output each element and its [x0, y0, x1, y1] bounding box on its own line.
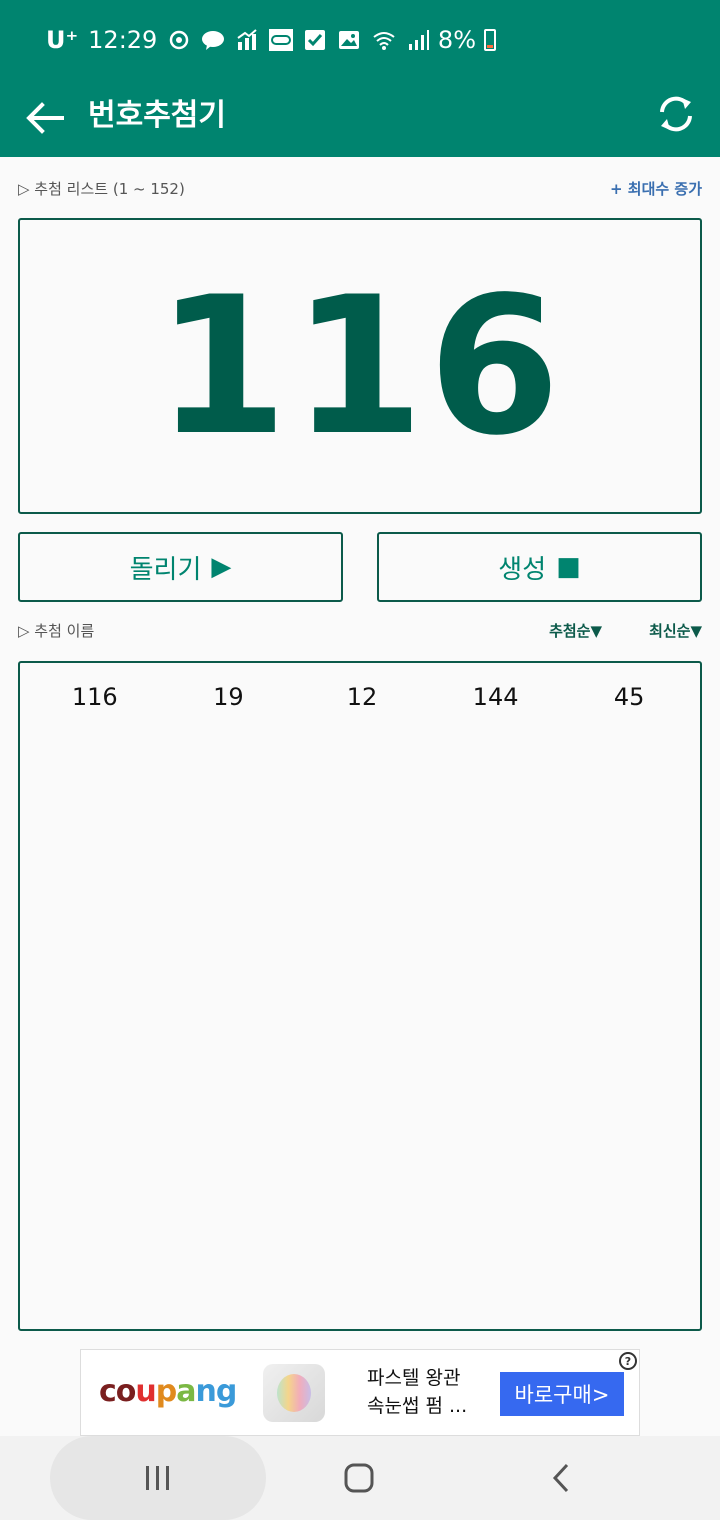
result-item: 45: [613, 683, 645, 711]
current-draw-number: 116: [155, 255, 565, 477]
wifi-icon: [373, 32, 395, 50]
ad-banner[interactable]: coupang 파스텔 왕관 속눈썹 펌 ... 바로구매> ?: [80, 1349, 640, 1436]
results-list: 116 19 12 144 45: [18, 661, 702, 1331]
spin-button[interactable]: 돌리기 ▶: [18, 532, 343, 602]
home-icon[interactable]: [339, 1458, 379, 1498]
result-item: 144: [472, 683, 519, 711]
results-header: ▷ 추첨 이름 추첨순▼ 최신순▼: [18, 620, 702, 644]
result-item: 19: [213, 683, 244, 711]
generate-button-label: 생성: [498, 554, 547, 585]
signal-icon: [408, 30, 429, 50]
refresh-icon[interactable]: [654, 92, 698, 136]
results-row: 116 19 12 144 45: [28, 683, 696, 711]
image-icon: [339, 31, 360, 49]
draw-list-header: ▷ 추첨 리스트 (1 ~ 152) + 최대수 증가: [18, 178, 702, 202]
buy-now-button[interactable]: 바로구매>: [500, 1372, 624, 1416]
play-icon: ▶: [211, 552, 232, 582]
app-bar: 번호추첨기: [0, 80, 720, 157]
draw-list-label: ▷ 추첨 리스트 (1 ~ 152): [18, 180, 185, 198]
ad-line-1: 파스텔 왕관: [367, 1367, 461, 1389]
back-icon[interactable]: [542, 1458, 582, 1498]
battery-percent: 8%: [437, 26, 476, 54]
page-title: 번호추첨기: [88, 98, 226, 133]
back-arrow-icon[interactable]: [22, 96, 66, 140]
sync-icon: [170, 30, 189, 50]
generate-button[interactable]: 생성 ■: [377, 532, 702, 602]
recent-apps-icon[interactable]: [138, 1458, 178, 1498]
ad-line-2: 속눈썹 펌 ...: [367, 1395, 468, 1417]
results-label: ▷ 추첨 이름: [18, 622, 95, 640]
product-thumbnail[interactable]: [263, 1364, 325, 1422]
increase-max-link[interactable]: + 최대수 증가: [610, 178, 702, 199]
talk-icon: [202, 31, 225, 50]
ad-product-text: 파스텔 왕관 속눈썹 펌 ...: [367, 1364, 467, 1420]
toggle-app-icon: [269, 29, 294, 51]
spin-button-label: 돌리기: [129, 554, 202, 585]
result-item: 12: [346, 683, 378, 711]
check-icon: [305, 30, 326, 50]
result-item: 116: [71, 683, 118, 711]
clock: 12:29: [88, 26, 158, 54]
sort-by-recent-button[interactable]: 최신순▼: [649, 620, 702, 641]
carrier-label: U⁺: [46, 26, 79, 54]
current-draw-display: 116: [18, 218, 702, 514]
chart-icon: [237, 29, 257, 50]
system-nav-bar: [0, 1436, 720, 1520]
battery-icon: [484, 29, 496, 51]
coupang-logo: coupang: [99, 1374, 237, 1409]
sort-by-draw-button[interactable]: 추첨순▼: [549, 620, 602, 641]
stop-icon: ■: [556, 552, 581, 582]
status-bar: U⁺ 12:29 8%: [0, 0, 720, 80]
ad-info-icon[interactable]: ?: [619, 1352, 637, 1370]
